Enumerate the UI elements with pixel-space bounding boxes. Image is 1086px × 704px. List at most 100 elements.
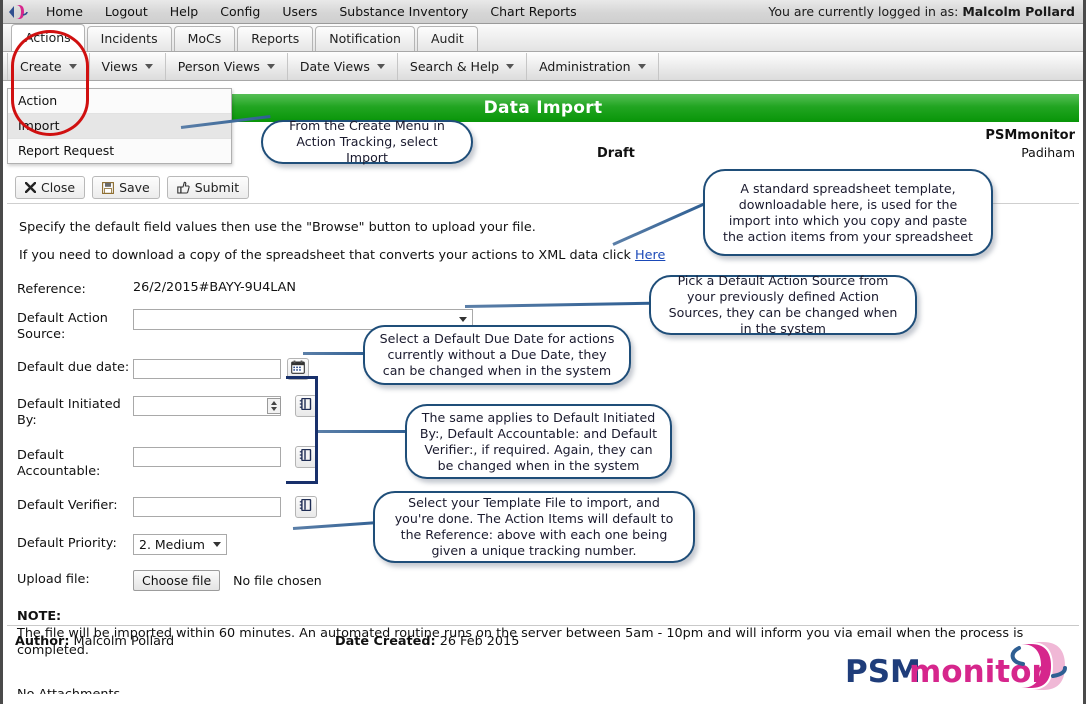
callout-due-date: Select a Default Due Date for actions cu… [363, 325, 631, 385]
submenu-views-label: Views [102, 53, 138, 80]
organisation-name: PSMmonitor [985, 128, 1075, 143]
menu-item-substance-inventory[interactable]: Substance Inventory [328, 1, 479, 23]
menu-item-config[interactable]: Config [209, 1, 271, 23]
submit-button-label: Submit [195, 180, 239, 195]
submenu-administration-label: Administration [539, 53, 630, 80]
author-field: Author: Malcolm Pollard [15, 634, 174, 649]
top-menu-bar: Home Logout Help Config Users Substance … [3, 0, 1083, 24]
chevron-down-icon [638, 64, 646, 69]
chevron-down-icon [145, 64, 153, 69]
submenu-create[interactable]: Create [7, 53, 90, 80]
person-fields-bracket [286, 376, 318, 484]
default-verifier-label: Default Verifier: [17, 496, 133, 514]
app-window: Home Logout Help Config Users Substance … [0, 0, 1086, 704]
note-title: NOTE: [17, 609, 1069, 624]
default-initiated-by-input[interactable] [133, 396, 281, 416]
default-accountable-input[interactable] [133, 447, 281, 467]
page-title: Data Import [484, 98, 603, 118]
default-due-date-control[interactable] [133, 358, 309, 380]
chevron-down-icon [459, 317, 467, 322]
dropdown-item-report-request[interactable]: Report Request [8, 139, 231, 163]
floppy-disk-icon [102, 182, 114, 194]
selected-file-name: No file chosen [233, 573, 322, 588]
save-button[interactable]: Save [92, 176, 160, 199]
menu-item-help[interactable]: Help [159, 1, 210, 23]
tab-incidents[interactable]: Incidents [87, 26, 172, 51]
dropdown-item-action[interactable]: Action [8, 89, 231, 114]
callout-action-source: Pick a Default Action Source from your p… [649, 275, 917, 335]
close-button-label: Close [41, 180, 75, 195]
callout-create-menu: From the Create Menu in Action Tracking,… [261, 120, 473, 164]
tab-notification[interactable]: Notification [315, 26, 415, 51]
default-verifier-input[interactable] [133, 497, 281, 517]
submenu-create-label: Create [20, 53, 62, 80]
submenu-date-views[interactable]: Date Views [288, 53, 398, 80]
tab-reports[interactable]: Reports [237, 26, 313, 51]
svg-text:monitor: monitor [909, 654, 1047, 690]
logged-in-status: You are currently logged in as: Malcolm … [768, 4, 1083, 19]
stepper-icon[interactable] [267, 398, 281, 414]
callout-upload-file: Select your Template File to import, and… [373, 491, 695, 563]
menu-item-users[interactable]: Users [271, 1, 328, 23]
sub-menu-bar: Create Views Person Views Date Views Sea… [3, 52, 1083, 81]
footer-divider [7, 625, 1079, 626]
author-value: Malcolm Pollard [74, 634, 175, 649]
instruction-line-2-text: If you need to download a copy of the sp… [19, 248, 635, 263]
default-due-date-label: Default due date: [17, 358, 133, 376]
date-created-value: 26 Feb 2015 [440, 634, 520, 649]
submenu-search-help-label: Search & Help [410, 53, 499, 80]
menu-item-home[interactable]: Home [35, 1, 94, 23]
tab-mocs[interactable]: MoCs [174, 26, 236, 51]
tab-actions[interactable]: Actions [11, 24, 85, 51]
default-initiated-by-label: Default Initiated By: [17, 395, 133, 429]
callout-person-fields: The same applies to Default Initiated By… [405, 404, 672, 479]
upload-file-label: Upload file: [17, 570, 133, 588]
submenu-person-views[interactable]: Person Views [166, 53, 288, 80]
status-badge: Draft [597, 146, 635, 161]
upload-file-control[interactable]: Choose file No file chosen [133, 570, 322, 591]
close-icon [25, 182, 36, 193]
chevron-down-icon [377, 64, 385, 69]
choose-file-button[interactable]: Choose file [133, 570, 220, 591]
date-created-label: Date Created: [335, 634, 436, 649]
date-created-field: Date Created: 26 Feb 2015 [335, 634, 519, 649]
spreadsheet-download-link[interactable]: Here [635, 248, 665, 263]
logged-in-user: Malcolm Pollard [962, 4, 1075, 19]
reference-label: Reference: [17, 280, 133, 298]
menu-item-chart-reports[interactable]: Chart Reports [479, 1, 587, 23]
submenu-administration[interactable]: Administration [527, 53, 658, 80]
default-priority-control[interactable]: 2. Medium [133, 534, 227, 555]
default-priority-label: Default Priority: [17, 534, 133, 552]
submenu-date-views-label: Date Views [300, 53, 370, 80]
logged-in-prefix: You are currently logged in as: [768, 4, 958, 19]
window-bottom-edge [3, 694, 1083, 704]
save-button-label: Save [119, 180, 150, 195]
main-tab-bar: Actions Incidents MoCs Reports Notificat… [3, 24, 1083, 52]
leader-line-due-date [303, 352, 371, 355]
menu-item-logout[interactable]: Logout [94, 1, 159, 23]
submenu-person-views-label: Person Views [178, 53, 260, 80]
thumbs-up-icon [177, 181, 190, 194]
organisation-site: Padiham [1021, 145, 1075, 160]
default-action-source-label: Default Action Source: [17, 309, 133, 343]
chevron-down-icon [506, 64, 514, 69]
default-due-date-input[interactable] [133, 359, 281, 379]
upload-file-row: Upload file: Choose file No file chosen [17, 570, 1069, 591]
verifier-lookup-button[interactable] [295, 496, 317, 518]
author-label: Author: [15, 634, 69, 649]
chevron-down-icon [213, 542, 221, 547]
submenu-views[interactable]: Views [90, 53, 166, 80]
tab-audit[interactable]: Audit [417, 26, 478, 51]
default-priority-select[interactable]: 2. Medium [133, 534, 227, 555]
address-book-icon [299, 498, 313, 516]
submenu-search-help[interactable]: Search & Help [398, 53, 527, 80]
default-verifier-control[interactable] [133, 496, 317, 518]
submit-button[interactable]: Submit [167, 176, 249, 199]
default-accountable-label: Default Accountable: [17, 446, 133, 480]
leader-line-person-fields [318, 430, 410, 433]
psmmonitor-logo: PSM monitor [841, 638, 1077, 700]
psm-glyph-icon [7, 3, 29, 21]
close-button[interactable]: Close [15, 176, 85, 199]
default-priority-value: 2. Medium [139, 537, 205, 552]
reference-value: 26/2/2015#BAYY-9U4LAN [133, 280, 296, 295]
